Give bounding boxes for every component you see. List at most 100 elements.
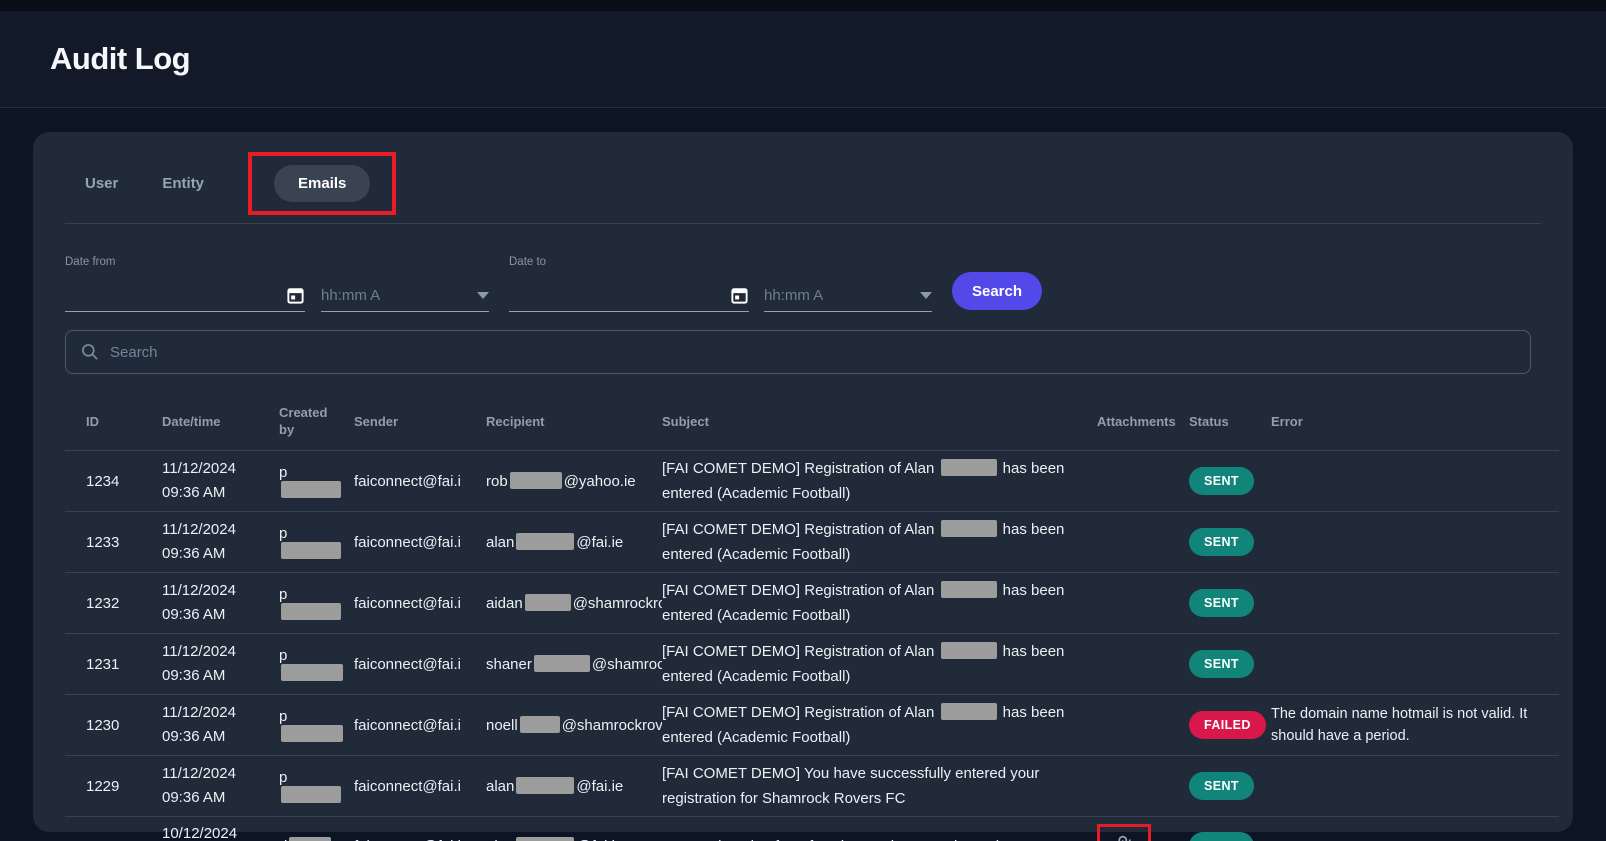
tab-entity[interactable]: Entity: [162, 175, 204, 192]
cell-created-by: p: [279, 756, 354, 817]
red-annotation-box-tab: Emails: [248, 152, 396, 215]
cell-subject: Your registration form for Shamrock Rove…: [662, 817, 1097, 841]
cell-subject: [FAI COMET DEMO] Registration of Alan ha…: [662, 695, 1097, 756]
time-from-input[interactable]: [321, 287, 471, 304]
cell-subject: [FAI COMET DEMO] Registration of Alan ha…: [662, 451, 1097, 512]
filter-row: Date from Date to: [65, 256, 1541, 312]
cell-datetime: 11/12/2024 09:36 AM: [162, 451, 279, 512]
search-bar: [65, 330, 1531, 374]
date-from-input[interactable]: [65, 287, 286, 304]
col-header-status: Status: [1189, 390, 1271, 451]
col-header-created-by: Created by: [279, 390, 354, 451]
red-annotation-box-attachment: [1097, 824, 1151, 841]
cell-sender: faiconnect@fai.i: [354, 695, 486, 756]
cell-subject: [FAI COMET DEMO] Registration of Alan ha…: [662, 634, 1097, 695]
cell-status: SENT: [1189, 451, 1271, 512]
table-row: 1233 11/12/2024 09:36 AM p faiconnect@fa…: [65, 512, 1559, 573]
table-header-row: ID Date/time Created by Sender Recipient…: [65, 390, 1559, 451]
tab-user[interactable]: User: [85, 175, 118, 192]
date-to-field: Date to: [509, 256, 749, 312]
cell-created-by: p: [279, 573, 354, 634]
status-badge: SENT: [1189, 589, 1254, 617]
audit-log-panel: User Entity Emails Date from: [33, 132, 1573, 832]
tab-bar: User Entity Emails: [65, 152, 1541, 215]
cell-datetime: 11/12/2024 09:36 AM: [162, 695, 279, 756]
cell-error: [1271, 634, 1559, 695]
cell-sender: faiconnect@fai.i: [354, 573, 486, 634]
paperclip-icon[interactable]: [1109, 831, 1139, 841]
page-title: Audit Log: [50, 41, 190, 77]
date-to-input[interactable]: [509, 287, 730, 304]
redacted-text: [941, 703, 997, 720]
redacted-text: [281, 481, 341, 498]
cell-id: 1231: [65, 634, 162, 695]
cell-created-by: p: [279, 512, 354, 573]
calendar-icon[interactable]: [730, 286, 749, 305]
status-badge: SENT: [1189, 772, 1254, 800]
redacted-text: [520, 716, 560, 733]
time-to-input[interactable]: [764, 287, 914, 304]
search-icon: [80, 342, 100, 362]
cell-subject: [FAI COMET DEMO] You have successfully e…: [662, 756, 1097, 817]
cell-status: SENT: [1189, 634, 1271, 695]
cell-status: SENT: [1189, 756, 1271, 817]
table-row: 1231 11/12/2024 09:36 AM p faiconnect@fa…: [65, 634, 1559, 695]
redacted-text: [281, 786, 341, 803]
cell-error: The domain name hotmail is not valid. It…: [1271, 695, 1559, 756]
col-header-id: ID: [65, 390, 162, 451]
cell-error: [1271, 451, 1559, 512]
redacted-text: [516, 533, 574, 550]
redacted-text: [281, 664, 343, 681]
cell-sender: faiconnect@fai.i: [354, 756, 486, 817]
table-row: 1234 11/12/2024 09:36 AM p faiconnect@fa…: [65, 451, 1559, 512]
cell-subject: [FAI COMET DEMO] Registration of Alan ha…: [662, 512, 1097, 573]
cell-datetime: 10/12/2024 02:13 PM: [162, 817, 279, 841]
cell-datetime: 11/12/2024 09:36 AM: [162, 634, 279, 695]
cell-recipient: rob@yahoo.ie: [486, 451, 662, 512]
cell-error: [1271, 573, 1559, 634]
cell-created-by: p: [279, 695, 354, 756]
redacted-text: [510, 472, 562, 489]
cell-id: 1234: [65, 451, 162, 512]
cell-id: 1229: [65, 756, 162, 817]
cell-attachments: [1097, 634, 1189, 695]
cell-status: FAILED: [1189, 695, 1271, 756]
status-badge: SENT: [1189, 528, 1254, 556]
app-header: Audit Log: [0, 11, 1606, 108]
search-button[interactable]: Search: [952, 272, 1042, 310]
cell-attachments: [1097, 512, 1189, 573]
chevron-down-icon[interactable]: [477, 292, 489, 299]
cell-datetime: 11/12/2024 09:36 AM: [162, 512, 279, 573]
search-input[interactable]: [110, 344, 1516, 361]
col-header-recipient: Recipient: [486, 390, 662, 451]
cell-attachments: [1097, 451, 1189, 512]
cell-id: 1232: [65, 573, 162, 634]
date-from-label: Date from: [65, 256, 305, 268]
cell-recipient: alan@fai.ie: [486, 512, 662, 573]
cell-sender: faiconnect@fai.i: [354, 634, 486, 695]
cell-sender: faiconnect@fai.i: [354, 817, 486, 841]
cell-created-by: d: [279, 817, 354, 841]
table-row: 1230 11/12/2024 09:36 AM p faiconnect@fa…: [65, 695, 1559, 756]
cell-attachments: [1097, 695, 1189, 756]
top-strip: [0, 0, 1606, 11]
cell-subject: [FAI COMET DEMO] Registration of Alan ha…: [662, 573, 1097, 634]
col-header-sender: Sender: [354, 390, 486, 451]
tab-emails[interactable]: Emails: [274, 165, 370, 202]
cell-id: 1230: [65, 695, 162, 756]
cell-id: 1233: [65, 512, 162, 573]
status-badge: SENT: [1189, 467, 1254, 495]
cell-sender: faiconnect@fai.i: [354, 451, 486, 512]
cell-recipient: aidan@shamrockrov: [486, 573, 662, 634]
cell-attachments: [1097, 817, 1189, 841]
cell-recipient: noell@shamrockrov: [486, 695, 662, 756]
calendar-icon[interactable]: [286, 286, 305, 305]
cell-recipient: alan@fai.ie: [486, 756, 662, 817]
cell-status: SENT: [1189, 512, 1271, 573]
cell-error: [1271, 817, 1559, 841]
chevron-down-icon[interactable]: [920, 292, 932, 299]
table-row: 1232 11/12/2024 09:36 AM p faiconnect@fa…: [65, 573, 1559, 634]
redacted-text: [941, 520, 997, 537]
redacted-text: [516, 777, 574, 794]
col-header-attachments: Attachments: [1097, 390, 1189, 451]
